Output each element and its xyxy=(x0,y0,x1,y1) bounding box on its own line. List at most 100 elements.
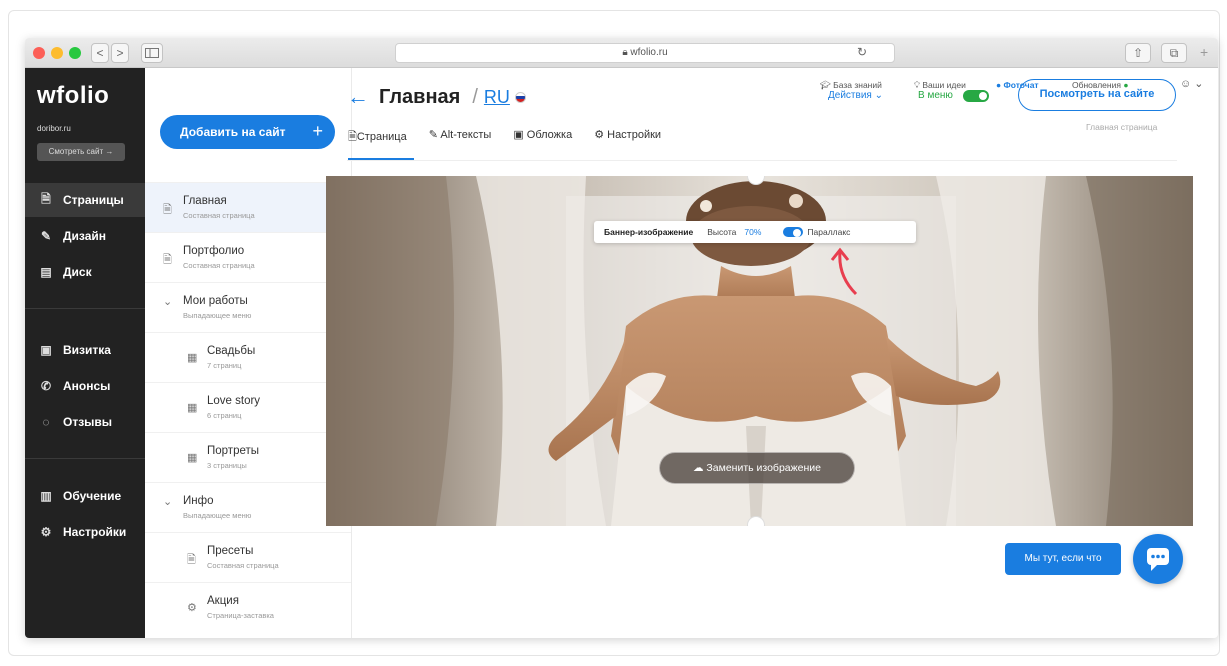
view-site-button[interactable]: Смотреть сайт → xyxy=(37,143,125,161)
reviews-icon: ◌ xyxy=(42,415,50,429)
maximize-window-button[interactable] xyxy=(69,47,81,59)
pages-panel: Добавить на сайт + 🗎 Главная Составная с… xyxy=(145,68,352,638)
nav-item-announcements[interactable]: ✆ Анонсы xyxy=(25,369,145,403)
in-menu-label: В меню xyxy=(918,90,953,101)
page-icon: 🗎︎ xyxy=(348,131,357,143)
address-bar[interactable]: 🔒︎ wfolio.ru xyxy=(395,43,895,63)
tabs-divider xyxy=(347,160,1177,161)
tab-label: Alt-тексты xyxy=(440,129,492,141)
chevron-down-icon[interactable]: ⌄ xyxy=(163,295,172,308)
chat-greeting[interactable]: Мы тут, если что xyxy=(1005,543,1121,575)
page-title: Портреты xyxy=(207,445,260,457)
edit-icon: ✎ xyxy=(428,129,441,141)
replace-image-button[interactable]: ☁ Заменить изображение xyxy=(659,452,855,484)
new-tab-button[interactable]: + xyxy=(1200,44,1214,64)
page-item-info[interactable]: ⌄ Инфо Выпадающее меню ⊘ xyxy=(145,482,351,532)
account-menu-icon[interactable]: ☺ ⌄ xyxy=(1180,77,1204,90)
wfolio-logo[interactable]: wfolio xyxy=(37,82,109,110)
gear-icon: ⚙ xyxy=(187,602,197,614)
banner-label: Баннер-изображение xyxy=(604,227,694,237)
page-icon: 🗎 xyxy=(41,191,51,206)
page-header: ← Главная / RU xyxy=(347,84,526,110)
grid-icon: ▦ xyxy=(187,452,198,464)
share-icon[interactable]: ⇧ xyxy=(1125,43,1151,63)
chat-launcher-button[interactable] xyxy=(1133,534,1183,584)
title-separator: / xyxy=(472,85,478,108)
nav-label: Страницы xyxy=(63,193,124,207)
browser-titlebar: < > 🔒︎ wfolio.ru ↻ ⇧ ⧉ + xyxy=(25,38,1218,68)
page-item-weddings[interactable]: ▦ Свадьбы 7 страниц xyxy=(145,332,351,382)
page-title: Портфолио xyxy=(183,245,245,257)
nav-item-settings[interactable]: ⚙ Настройки xyxy=(25,515,145,549)
add-button-label: Добавить на сайт xyxy=(180,125,286,139)
view-on-site-button[interactable]: Посмотреть на сайте xyxy=(1018,79,1176,111)
nav-label: Отзывы xyxy=(63,415,113,429)
banner-settings-popover: Баннер-изображение Высота 70% Параллакс xyxy=(594,221,916,243)
page-title: Главная xyxy=(183,195,227,207)
page-item-love-story[interactable]: ▦ Love story 6 страниц xyxy=(145,382,351,432)
nav-item-learning[interactable]: ▥ Обучение xyxy=(25,479,145,513)
nav-label: Визитка xyxy=(63,343,111,357)
height-value[interactable]: 70% xyxy=(744,227,761,237)
nav-item-disk[interactable]: ▤ Диск xyxy=(25,255,145,289)
replace-label: Заменить изображение xyxy=(706,462,821,474)
chevron-down-icon[interactable]: ⌄ xyxy=(163,495,172,508)
page-tabs: 🗎︎Страница ✎ Alt-тексты ▣ Обложка ⚙ Наст… xyxy=(348,128,683,148)
nav-label: Дизайн xyxy=(63,229,107,243)
plus-icon: + xyxy=(312,121,323,141)
tab-alt-texts[interactable]: ✎ Alt-тексты xyxy=(429,128,492,148)
minimize-window-button[interactable] xyxy=(51,47,63,59)
forward-nav-button[interactable]: > xyxy=(111,43,129,63)
nav-label: Обучение xyxy=(63,489,122,503)
nav-item-card[interactable]: ▣ Визитка xyxy=(25,333,145,367)
page-item-portfolio[interactable]: 🗎 Портфолио Составная страница ⊘ xyxy=(145,232,351,282)
tabs-overview-icon[interactable]: ⧉ xyxy=(1161,43,1187,63)
nav-item-reviews[interactable]: ◌ Отзывы xyxy=(25,405,145,439)
page-item-portraits[interactable]: ▦ Портреты 3 страницы xyxy=(145,432,351,482)
back-arrow-icon[interactable]: ← xyxy=(347,84,369,110)
tab-label: Настройки xyxy=(607,129,662,141)
cap-icon: 🎓︎ xyxy=(820,80,834,90)
card-icon: ▣ xyxy=(40,343,52,357)
actions-dropdown[interactable]: Действия ⌄ xyxy=(828,90,883,101)
nav-item-pages[interactable]: 🗎 Страницы xyxy=(25,183,145,217)
tab-cover[interactable]: ▣ Обложка xyxy=(513,128,572,148)
tab-label: Страница xyxy=(356,131,407,143)
page-title: Пресеты xyxy=(207,545,254,557)
nav-item-design[interactable]: ✎ Дизайн xyxy=(25,219,145,253)
page-title: Свадьбы xyxy=(207,345,256,357)
height-label: Высота xyxy=(707,227,737,237)
image-icon: ▣ xyxy=(513,129,527,141)
gear-icon: ⚙ xyxy=(594,129,608,141)
page-icon: 🗎 xyxy=(163,254,172,266)
tab-label: Обложка xyxy=(526,129,573,141)
sidebar-toggle-icon[interactable] xyxy=(141,43,163,63)
chat-icon xyxy=(1147,548,1169,571)
page-item-home[interactable]: 🗎 Главная Составная страница ⌂ xyxy=(145,182,351,232)
page-item-presets[interactable]: 🗎 Пресеты Составная страница xyxy=(145,532,351,582)
page-item-promo[interactable]: ⚙ Акция Страница-заставка xyxy=(145,582,351,632)
banner-image[interactable]: Баннер-изображение Высота 70% Параллакс … xyxy=(326,176,1193,526)
language-link[interactable]: RU xyxy=(484,87,510,108)
brush-icon: ✎ xyxy=(40,229,52,243)
page-item-my-works[interactable]: ⌄ Мои работы Выпадающее меню ⊘ xyxy=(145,282,351,332)
page-title: Love story xyxy=(207,395,261,407)
back-nav-button[interactable]: < xyxy=(91,43,109,63)
grid-icon: ▦ xyxy=(187,352,198,364)
in-menu-toggle[interactable] xyxy=(963,90,989,102)
tab-settings[interactable]: ⚙ Настройки xyxy=(594,128,661,148)
close-window-button[interactable] xyxy=(33,47,45,59)
main-sidebar: wfolio doribor.ru Смотреть сайт → 🗎 Стра… xyxy=(25,68,145,638)
upload-cloud-icon: ☁ xyxy=(693,462,707,474)
parallax-toggle[interactable] xyxy=(783,227,804,237)
page-type: Выпадающее меню xyxy=(183,511,252,520)
reload-icon[interactable]: ↻ xyxy=(855,43,869,63)
tab-page[interactable]: 🗎︎Страница xyxy=(348,128,407,148)
photochat-icon: ● xyxy=(996,80,1004,90)
page-icon: 🗎 xyxy=(187,554,196,566)
page-title: Акция xyxy=(207,595,239,607)
russia-flag-icon xyxy=(514,91,526,103)
parallax-label: Параллакс xyxy=(807,227,851,237)
add-to-site-button[interactable]: Добавить на сайт + xyxy=(160,115,335,149)
pointer-arrow-icon xyxy=(830,247,858,296)
